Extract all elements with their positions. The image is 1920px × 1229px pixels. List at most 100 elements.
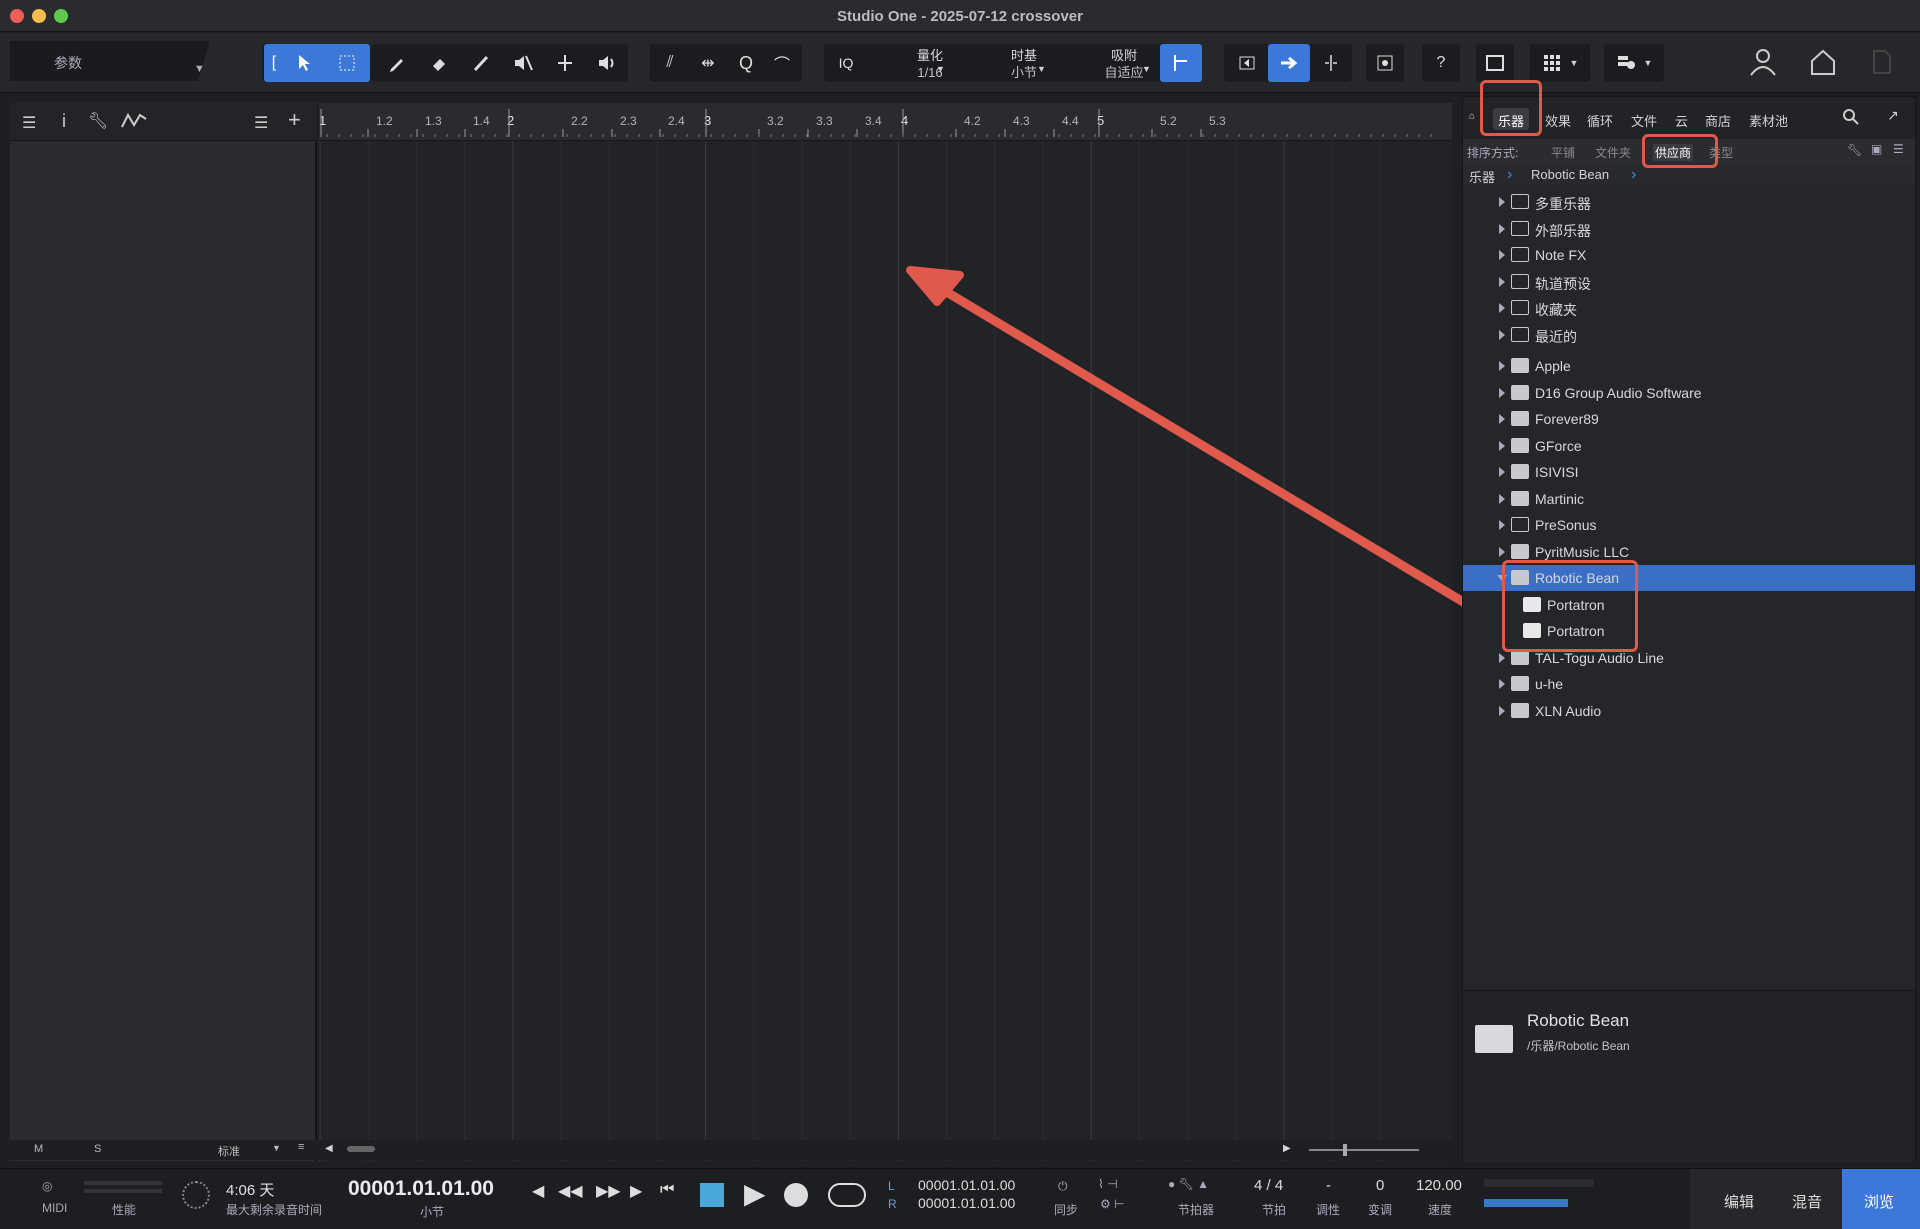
- expand-triangle-icon[interactable]: [1499, 197, 1505, 207]
- stop-button[interactable]: [700, 1183, 724, 1207]
- sort-flat[interactable]: 平铺: [1551, 144, 1575, 161]
- highlight-robotic-bean: [1502, 560, 1638, 652]
- midi-meter: [84, 1181, 162, 1185]
- tab-loops[interactable]: 循环: [1587, 111, 1613, 130]
- home-icon[interactable]: ⌂: [1469, 111, 1475, 122]
- loop-end[interactable]: 00001.01.01.00: [918, 1195, 1015, 1211]
- tab-pool[interactable]: 素材池: [1749, 111, 1788, 130]
- list-item[interactable]: Martinic: [1463, 486, 1915, 512]
- multi-instrument-icon: [1511, 194, 1529, 209]
- list-item-label: Martinic: [1535, 490, 1585, 507]
- list-item-label: PreSonus: [1535, 517, 1597, 533]
- record-time-icon: [182, 1181, 210, 1209]
- list-item[interactable]: GForce: [1463, 433, 1915, 459]
- breadcrumb-robotic-bean[interactable]: Robotic Bean: [1531, 167, 1609, 182]
- return-to-zero-icon[interactable]: ⏮︎: [660, 1181, 674, 1199]
- list-item[interactable]: ISIVISI: [1463, 459, 1915, 485]
- clock-icon: [1511, 326, 1529, 342]
- expand-triangle-icon[interactable]: [1499, 493, 1505, 504]
- browse-page-button[interactable]: 浏览: [1864, 1191, 1894, 1212]
- key-value[interactable]: -: [1326, 1177, 1331, 1194]
- folder-icon: [1511, 676, 1529, 691]
- expand-triangle-icon[interactable]: [1499, 361, 1505, 371]
- sort-folder[interactable]: 文件夹: [1595, 144, 1631, 161]
- list-item-label: 收藏夹: [1535, 302, 1577, 318]
- expand-triangle-icon[interactable]: [1499, 705, 1505, 716]
- fast-forward-icon[interactable]: ▶▶: [596, 1181, 621, 1201]
- play-button[interactable]: ▶: [744, 1177, 766, 1210]
- list-item[interactable]: 轨道预设: [1463, 269, 1915, 295]
- expand-triangle-icon[interactable]: [1499, 467, 1505, 477]
- tab-cloud[interactable]: 云: [1675, 111, 1688, 130]
- folder-icon: [1511, 543, 1529, 559]
- list-item-label: PyritMusic LLC: [1535, 543, 1630, 560]
- position-unit[interactable]: 小节: [420, 1203, 444, 1220]
- expand-triangle-icon[interactable]: [1499, 276, 1505, 287]
- expand-triangle-icon[interactable]: [1499, 223, 1505, 234]
- list-item[interactable]: D16 Group Audio Software: [1463, 380, 1915, 406]
- expand-triangle-icon[interactable]: [1499, 303, 1505, 313]
- tab-shop[interactable]: 商店: [1705, 111, 1731, 130]
- expand-triangle-icon[interactable]: [1499, 250, 1505, 260]
- list-item[interactable]: Apple: [1463, 353, 1915, 379]
- list-item[interactable]: 收藏夹: [1463, 295, 1915, 321]
- folder-icon: [1511, 384, 1529, 400]
- expand-icon[interactable]: ↗: [1887, 107, 1899, 124]
- position-display[interactable]: 00001.01.01.00: [348, 1177, 494, 1201]
- edit-page-button[interactable]: 编辑: [1724, 1191, 1754, 1212]
- tab-files[interactable]: 文件: [1631, 111, 1657, 130]
- expand-triangle-icon[interactable]: [1499, 440, 1505, 451]
- filter-icon[interactable]: ☰: [1893, 142, 1904, 156]
- notefx-icon: [1511, 247, 1529, 262]
- search-icon[interactable]: [1843, 109, 1859, 130]
- list-item[interactable]: 最近的: [1463, 322, 1915, 348]
- sync-label: 同步: [1054, 1203, 1079, 1217]
- list-item[interactable]: Note FX: [1463, 242, 1915, 268]
- list-item[interactable]: XLN Audio: [1463, 698, 1915, 724]
- folder-icon: [1511, 490, 1529, 506]
- list-item[interactable]: 外部乐器: [1463, 216, 1915, 242]
- settings-icon[interactable]: ⚙ ⊢: [1100, 1197, 1125, 1211]
- expand-triangle-icon[interactable]: [1499, 387, 1505, 398]
- remaining-time: 4:06 天: [226, 1182, 275, 1199]
- list-item-label: u-he: [1535, 676, 1564, 692]
- expand-triangle-icon[interactable]: [1499, 679, 1505, 689]
- list-item-label: Forever89: [1535, 411, 1599, 427]
- tempo-value[interactable]: 120.00: [1416, 1177, 1462, 1194]
- transpose-value[interactable]: 0: [1376, 1177, 1384, 1194]
- list-item-label: 轨道预设: [1535, 275, 1591, 292]
- record-button[interactable]: [784, 1183, 808, 1207]
- time-signature[interactable]: 4 / 4: [1254, 1177, 1283, 1194]
- external-instrument-icon: [1511, 220, 1529, 236]
- rewind-icon[interactable]: ◀◀: [558, 1181, 583, 1201]
- expand-triangle-icon[interactable]: [1499, 652, 1505, 663]
- loop-start[interactable]: 00001.01.01.00: [918, 1177, 1015, 1193]
- list-item[interactable]: PreSonus: [1463, 512, 1915, 538]
- sort-label: 排序方式:: [1467, 146, 1519, 160]
- window-icon[interactable]: ▣: [1871, 142, 1882, 156]
- rewind-start-icon[interactable]: ◀: [532, 1181, 544, 1201]
- forward-icon[interactable]: ▶: [630, 1181, 642, 1201]
- track-preset-icon: [1511, 273, 1529, 289]
- list-item-label: XLN Audio: [1535, 702, 1602, 719]
- power-icon[interactable]: ⏻: [1058, 1179, 1068, 1194]
- mix-page-button[interactable]: 混音: [1792, 1191, 1822, 1212]
- chevron-right-icon: ›: [1631, 166, 1637, 183]
- loop-button[interactable]: [828, 1183, 866, 1207]
- list-item[interactable]: u-he: [1463, 671, 1915, 697]
- list-item[interactable]: 多重乐器: [1463, 189, 1915, 215]
- expand-triangle-icon[interactable]: [1499, 546, 1505, 557]
- perf-meter: [84, 1189, 162, 1193]
- tab-effects[interactable]: 效果: [1545, 111, 1571, 130]
- metronome-icon[interactable]: ● 🔧︎ ▲: [1168, 1177, 1209, 1191]
- list-item-label: 外部乐器: [1535, 222, 1591, 239]
- expand-triangle-icon[interactable]: [1499, 329, 1505, 340]
- breadcrumb-instruments[interactable]: 乐器: [1469, 167, 1495, 186]
- list-item-label: D16 Group Audio Software: [1535, 384, 1702, 401]
- precount-icon[interactable]: ⌇ ⊣: [1098, 1177, 1118, 1191]
- expand-triangle-icon[interactable]: [1499, 520, 1505, 530]
- expand-triangle-icon[interactable]: [1499, 414, 1505, 424]
- master-volume[interactable]: [1484, 1199, 1568, 1207]
- list-item[interactable]: Forever89: [1463, 406, 1915, 432]
- wrench-icon[interactable]: 🔧︎: [1847, 143, 1862, 157]
